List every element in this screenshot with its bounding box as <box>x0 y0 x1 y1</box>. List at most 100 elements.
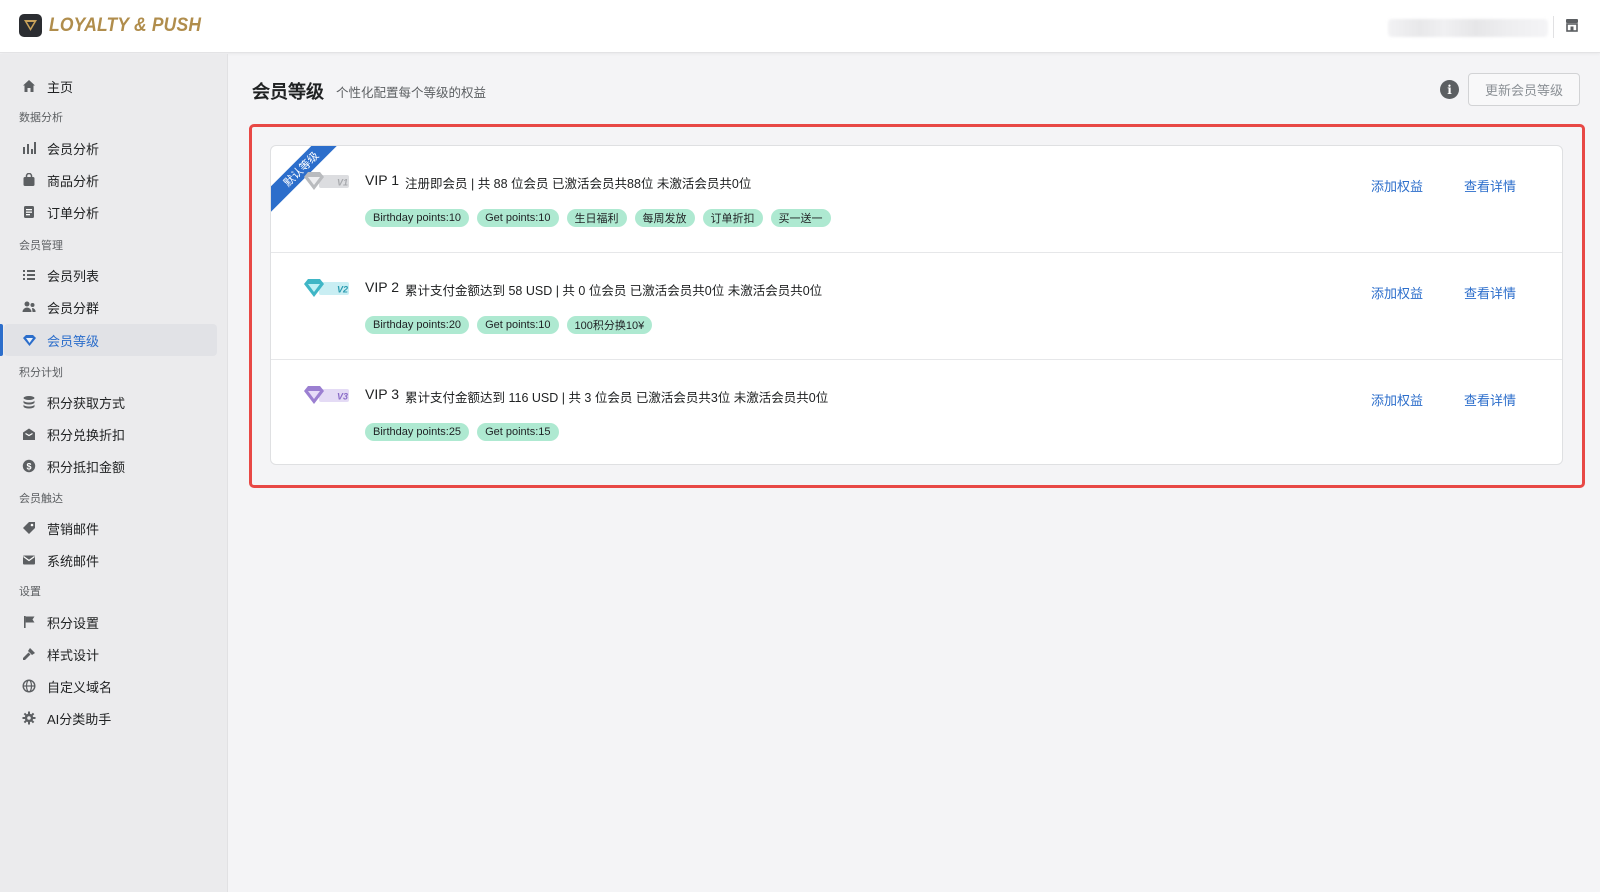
sidebar-item-ai-assistant[interactable]: AI分类助手 <box>4 702 217 734</box>
benefit-tag: 每周发放 <box>634 209 695 227</box>
envelope-open-icon <box>21 426 37 442</box>
sidebar-item-label: 会员分群 <box>47 300 100 316</box>
section-analytics: 数据分析 <box>19 112 63 124</box>
svg-text:$: $ <box>26 462 31 472</box>
view-details-link[interactable]: 查看详情 <box>1464 176 1516 195</box>
section-members: 会员管理 <box>19 240 63 252</box>
level-name: VIP 3 <box>365 386 399 402</box>
bag-icon <box>21 172 37 188</box>
stack-icon <box>21 394 37 410</box>
benefit-tag: 生日福利 <box>566 209 627 227</box>
view-details-link[interactable]: 查看详情 <box>1464 283 1516 302</box>
sidebar-item-redeem-discount[interactable]: 积分兑换折扣 <box>4 418 217 450</box>
benefit-tag: Birthday points:20 <box>365 316 470 334</box>
mail-icon <box>21 552 37 568</box>
divider <box>1553 16 1554 38</box>
sidebar-item-label: 积分抵扣金额 <box>47 459 126 475</box>
badge-text: V1 <box>337 178 348 188</box>
globe-icon <box>21 678 37 694</box>
sidebar-item-label: 营销邮件 <box>47 521 100 537</box>
benefit-tag: Birthday points:10 <box>365 209 470 227</box>
benefit-tag: Birthday points:25 <box>365 423 470 441</box>
sidebar-item-member-list[interactable]: 会员列表 <box>4 259 217 291</box>
section-points: 积分计划 <box>19 367 63 379</box>
sidebar-item-label: 积分兑换折扣 <box>47 427 126 443</box>
benefit-tag: Get points:10 <box>477 209 559 227</box>
levels-card: 默认等级 V1 VIP 1 注册即会员 | 共 88 位会员 已激活会员共88位… <box>270 145 1563 465</box>
sidebar-item-label: 样式设计 <box>47 647 100 663</box>
sidebar-item-custom-domain[interactable]: 自定义域名 <box>4 670 217 702</box>
store-icon[interactable] <box>1565 18 1579 35</box>
benefit-tag: 买一送一 <box>770 209 831 227</box>
view-details-link[interactable]: 查看详情 <box>1464 390 1516 409</box>
benefit-tags: Birthday points:25 Get points:15 <box>365 423 559 441</box>
sidebar-item-label: 积分设置 <box>47 615 100 631</box>
users-icon <box>21 299 37 315</box>
user-name-redacted[interactable] <box>1388 19 1548 37</box>
info-icon[interactable]: i <box>1440 80 1459 99</box>
sidebar-item-product-analysis[interactable]: 商品分析 <box>4 164 217 196</box>
sidebar-item-earn-points[interactable]: 积分获取方式 <box>4 386 217 418</box>
top-bar: LOYALTY & PUSH <box>0 0 1600 53</box>
sidebar-item-order-analysis[interactable]: 订单分析 <box>4 196 217 228</box>
purple-diamond-icon: V3 <box>303 384 351 409</box>
add-benefit-link[interactable]: 添加权益 <box>1371 283 1423 302</box>
list-icon <box>21 267 37 283</box>
sidebar-item-label: 系统邮件 <box>47 553 100 569</box>
sidebar-item-system-email[interactable]: 系统邮件 <box>4 544 217 576</box>
diamond-icon <box>21 332 37 348</box>
sidebar-item-label: 积分获取方式 <box>47 395 126 411</box>
update-levels-button[interactable]: 更新会员等级 <box>1468 73 1580 106</box>
logo-icon <box>19 14 42 37</box>
sidebar: 主页 数据分析 会员分析 商品分析 订单分析 会员管理 会员列表 会员分群 会员… <box>0 54 228 892</box>
level-row-vip1: 默认等级 V1 VIP 1 注册即会员 | 共 88 位会员 已激活会员共88位… <box>271 146 1562 252</box>
level-row-vip2: V2 VIP 2 累计支付金额达到 58 USD | 共 0 位会员 已激活会员… <box>271 253 1562 359</box>
sidebar-item-member-levels[interactable]: 会员等级 <box>0 324 217 356</box>
sidebar-item-member-segments[interactable]: 会员分群 <box>4 291 217 323</box>
sidebar-item-member-analysis[interactable]: 会员分析 <box>4 132 217 164</box>
benefit-tag: 订单折扣 <box>702 209 763 227</box>
logo-text: LOYALTY & PUSH <box>49 15 202 36</box>
paintbrush-icon <box>21 646 37 662</box>
teal-diamond-icon: V2 <box>303 277 351 302</box>
badge-text: V2 <box>337 285 348 295</box>
add-benefit-link[interactable]: 添加权益 <box>1371 176 1423 195</box>
document-icon <box>21 204 37 220</box>
benefit-tag: 100积分换10¥ <box>566 316 653 334</box>
benefit-tag: Get points:15 <box>477 423 559 441</box>
benefit-tags: Birthday points:10 Get points:10 生日福利 每周… <box>365 209 831 227</box>
sidebar-item-home[interactable]: 主页 <box>4 70 217 102</box>
sidebar-item-marketing-email[interactable]: 营销邮件 <box>4 512 217 544</box>
benefit-tags: Birthday points:20 Get points:10 100积分换1… <box>365 316 653 334</box>
section-settings: 设置 <box>19 586 41 598</box>
home-icon <box>21 78 37 94</box>
sidebar-item-label: 主页 <box>47 79 74 95</box>
sidebar-item-label: AI分类助手 <box>47 711 112 727</box>
dollar-icon: $ <box>21 458 37 474</box>
level-name: VIP 1 <box>365 172 399 188</box>
benefit-tag: Get points:10 <box>477 316 559 334</box>
level-name: VIP 2 <box>365 279 399 295</box>
sidebar-item-points-deduction[interactable]: $ 积分抵扣金额 <box>4 450 217 482</box>
sidebar-item-points-settings[interactable]: 积分设置 <box>4 606 217 638</box>
sidebar-item-label: 自定义域名 <box>47 679 113 695</box>
page-subtitle: 个性化配置每个等级的权益 <box>336 86 487 100</box>
level-description: 注册即会员 | 共 88 位会员 已激活会员共88位 未激活会员共0位 <box>405 177 752 191</box>
sidebar-item-label: 会员等级 <box>47 333 100 349</box>
level-description: 累计支付金额达到 58 USD | 共 0 位会员 已激活会员共0位 未激活会员… <box>405 284 823 298</box>
silver-diamond-icon: V1 <box>303 170 351 195</box>
page-title: 会员等级 <box>252 82 324 102</box>
gear-icon <box>21 710 37 726</box>
sidebar-item-label: 商品分析 <box>47 173 100 189</box>
level-row-vip3: V3 VIP 3 累计支付金额达到 116 USD | 共 3 位会员 已激活会… <box>271 360 1562 464</box>
add-benefit-link[interactable]: 添加权益 <box>1371 390 1423 409</box>
section-reach: 会员触达 <box>19 493 63 505</box>
flag-icon <box>21 614 37 630</box>
sidebar-item-label: 订单分析 <box>47 205 100 221</box>
sidebar-item-style-design[interactable]: 样式设计 <box>4 638 217 670</box>
badge-text: V3 <box>337 392 348 402</box>
bar-chart-icon <box>21 140 37 156</box>
sidebar-item-label: 会员列表 <box>47 268 100 284</box>
level-description: 累计支付金额达到 116 USD | 共 3 位会员 已激活会员共3位 未激活会… <box>405 391 829 405</box>
tag-icon <box>21 520 37 536</box>
